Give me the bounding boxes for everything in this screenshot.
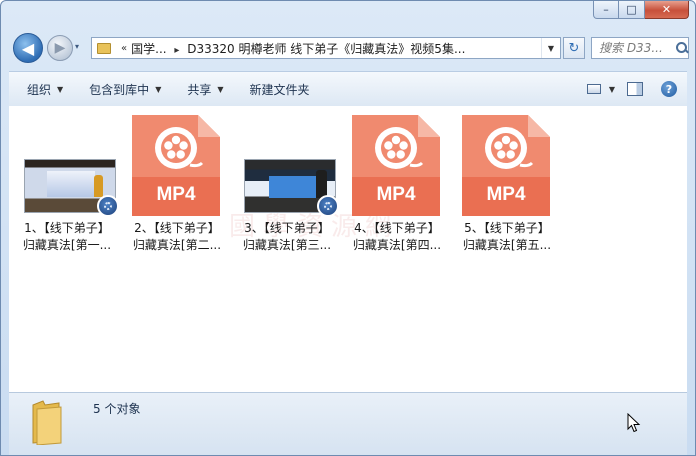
- media-player-badge-icon: [97, 195, 119, 217]
- address-bar[interactable]: « 国学... ▸ D33320 明樽老师 线下弟子《归藏真法》视频5集... …: [91, 37, 561, 59]
- share-label: 共享: [187, 82, 212, 97]
- file-name-line2: 归藏真法[第四...: [352, 238, 442, 252]
- file-name-line2: 归藏真法[第五...: [462, 238, 552, 252]
- recent-pages-dropdown-icon[interactable]: ▾: [75, 42, 85, 52]
- breadcrumb-item-parent[interactable]: 国学...: [131, 42, 166, 56]
- refresh-button[interactable]: ↻: [563, 37, 585, 59]
- breadcrumb-item-current[interactable]: D33320 明樽老师 线下弟子《归藏真法》视频5集...: [187, 42, 465, 56]
- caption-buttons: – □ ✕: [593, 1, 689, 19]
- change-view-icon[interactable]: [586, 84, 601, 94]
- mp4-file-icon: MP4: [462, 115, 550, 216]
- close-button[interactable]: ✕: [645, 1, 689, 19]
- chevron-down-icon: ▼: [57, 84, 64, 94]
- file-name-line2: 归藏真法[第一...: [22, 238, 112, 252]
- new-folder-button[interactable]: 新建文件夹: [242, 77, 318, 101]
- mp4-icon-label: MP4: [156, 184, 196, 205]
- file-name-line1: 2、【线下弟子】: [134, 221, 220, 235]
- organize-label: 组织: [27, 82, 52, 97]
- folder-icon: [32, 400, 62, 445]
- new-folder-label: 新建文件夹: [249, 82, 310, 97]
- media-player-badge-icon: [317, 195, 339, 217]
- mp4-file-icon: MP4: [132, 115, 220, 216]
- breadcrumb-overflow-icon[interactable]: «: [121, 43, 127, 54]
- search-box[interactable]: [591, 37, 689, 59]
- organize-menu[interactable]: 组织 ▼: [19, 77, 71, 101]
- breadcrumb-separator-icon[interactable]: ▸: [174, 45, 179, 56]
- mouse-cursor-icon: [627, 413, 641, 433]
- back-button[interactable]: ◀: [13, 33, 43, 63]
- mp4-icon-label: MP4: [486, 184, 526, 205]
- file-name-line1: 1、【线下弟子】: [24, 221, 110, 235]
- chevron-down-icon: ▼: [155, 84, 162, 94]
- command-bar: 组织 ▼ 包含到库中 ▼ 共享 ▼ 新建文件夹 ▼ ?: [9, 71, 687, 107]
- view-options-dropdown-icon[interactable]: ▼: [609, 85, 615, 94]
- details-pane: 5 个对象: [9, 392, 687, 455]
- search-input[interactable]: [597, 40, 675, 56]
- search-icon[interactable]: [675, 41, 688, 55]
- minimize-button[interactable]: –: [593, 1, 619, 19]
- file-name-line1: 4、【线下弟子】: [354, 221, 440, 235]
- chevron-down-icon: ▼: [217, 84, 224, 94]
- preview-pane-icon[interactable]: [627, 82, 643, 96]
- share-menu[interactable]: 共享 ▼: [179, 77, 231, 101]
- include-in-library-menu[interactable]: 包含到库中 ▼: [81, 77, 169, 101]
- address-dropdown-icon[interactable]: ▼: [541, 38, 560, 58]
- folder-icon: [97, 42, 111, 54]
- help-icon[interactable]: ?: [661, 81, 677, 97]
- view-controls: ▼ ?: [586, 81, 677, 97]
- file-list: 國學資源網 1、【线下弟子】 归藏真法[第一... MP4 2、【线下弟子】 归…: [9, 106, 687, 392]
- mp4-icon-label: MP4: [376, 184, 416, 205]
- explorer-window: – □ ✕ ◀ ▶ ▾ « 国学... ▸ D33320 明樽老师 线下弟子《归…: [0, 0, 696, 456]
- navigation-bar: ◀ ▶ ▾ « 国学... ▸ D33320 明樽老师 线下弟子《归藏真法》视频…: [9, 31, 689, 67]
- mp4-file-icon: MP4: [352, 115, 440, 216]
- forward-button[interactable]: ▶: [47, 35, 73, 61]
- maximize-button[interactable]: □: [619, 1, 645, 19]
- include-in-library-label: 包含到库中: [89, 82, 150, 97]
- file-name-line2: 归藏真法[第三...: [242, 238, 332, 252]
- file-name-line2: 归藏真法[第二...: [132, 238, 222, 252]
- breadcrumb: 国学... ▸ D33320 明樽老师 线下弟子《归藏真法》视频5集...: [131, 40, 541, 57]
- file-name-line1: 3、【线下弟子】: [244, 221, 330, 235]
- item-count: 5 个对象: [93, 402, 141, 416]
- file-name-line1: 5、【线下弟子】: [464, 221, 550, 235]
